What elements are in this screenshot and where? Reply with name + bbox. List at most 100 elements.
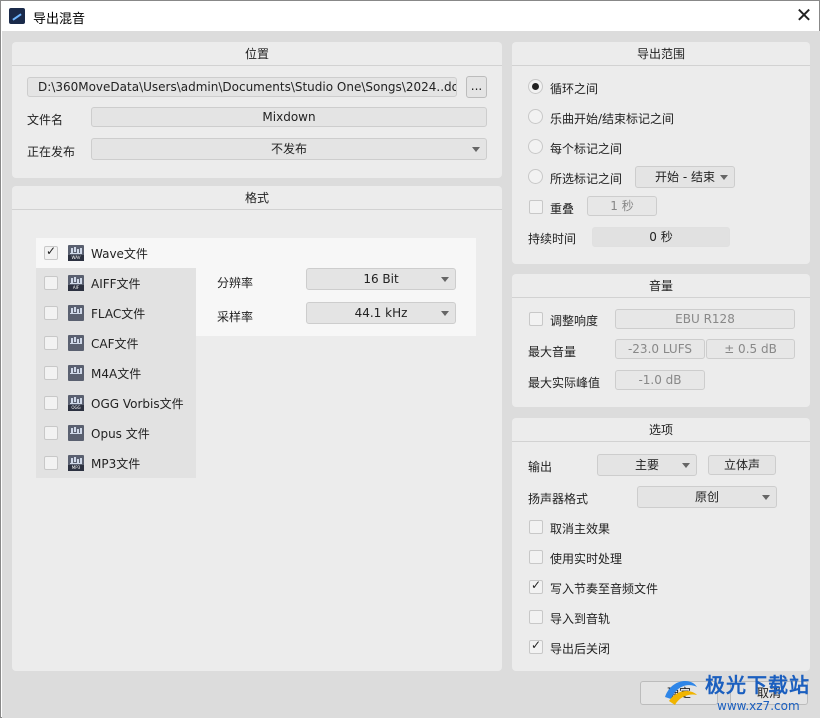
waveform-icon: OGG — [68, 395, 84, 411]
dialog-body: 位置 D:\360MoveData\Users\admin\Documents\… — [2, 31, 820, 718]
resolution-label: 分辨率 — [217, 276, 254, 290]
filename-input[interactable]: Mixdown — [91, 107, 487, 127]
flac-checkbox[interactable] — [44, 306, 58, 320]
radio-loop[interactable] — [528, 79, 543, 94]
resolution-dropdown[interactable]: 16 Bit — [306, 268, 456, 290]
format-settings: 分辨率 16 Bit 采样率 44.1 kHz — [196, 268, 476, 336]
adjust-loudness-label: 调整响度 — [550, 314, 599, 328]
output-dropdown[interactable]: 主要 — [597, 454, 697, 476]
realtime-processing-checkbox[interactable] — [529, 550, 543, 564]
studio-one-icon — [9, 8, 25, 24]
format-item-wave[interactable]: WAV Wave文件 — [36, 238, 476, 268]
waveform-icon: AIF — [68, 275, 84, 291]
repeat-input[interactable]: 1 秒 — [587, 196, 657, 216]
repeat-checkbox[interactable] — [529, 200, 543, 214]
watermark-logo-icon — [665, 681, 697, 705]
format-label: OGG Vorbis文件 — [91, 397, 184, 411]
chevron-down-icon — [720, 175, 728, 180]
location-header: 位置 — [12, 42, 502, 66]
radio-selected-markers[interactable] — [528, 169, 543, 184]
format-item-flac[interactable]: FLAC文件 — [36, 298, 196, 328]
chevron-down-icon — [441, 277, 449, 282]
format-item-mp3[interactable]: MP3 MP3文件 — [36, 448, 196, 478]
waveform-icon — [68, 365, 84, 381]
resolution-value: 16 Bit — [363, 272, 399, 286]
location-panel: 位置 D:\360MoveData\Users\admin\Documents\… — [12, 42, 502, 178]
waveform-icon — [68, 425, 84, 441]
samplerate-label: 采样率 — [217, 310, 254, 324]
volume-header: 音量 — [512, 274, 810, 298]
radio-selected-markers-label: 所选标记之间 — [550, 172, 623, 186]
format-label: AIFF文件 — [91, 277, 141, 291]
repeat-label: 重叠 — [550, 202, 575, 216]
watermark-url: www.xz7.com — [717, 699, 800, 713]
options-header: 选项 — [512, 418, 810, 442]
mp3-checkbox[interactable] — [44, 456, 58, 470]
speaker-format-dropdown[interactable]: 原创 — [637, 486, 777, 508]
max-volume-field[interactable]: -23.0 LUFS — [615, 339, 705, 359]
window-title: 导出混音 — [33, 12, 86, 27]
speaker-format-label: 扬声器格式 — [528, 492, 589, 506]
export-range-panel: 导出范围 循环之间 乐曲开始/结束标记之间 每个标记之间 所选标记之间 开始 -… — [512, 42, 810, 264]
format-label: MP3文件 — [91, 457, 141, 471]
waveform-icon — [68, 305, 84, 321]
title-bar: 导出混音 ✕ — [1, 1, 819, 31]
options-panel: 选项 输出 主要 立体声 扬声器格式 原创 取消主效果 使用实时处理 写入节奏至… — [512, 418, 810, 671]
format-header: 格式 — [12, 186, 502, 210]
format-item-ogg[interactable]: OGG OGG Vorbis文件 — [36, 388, 196, 418]
import-to-track-label: 导入到音轨 — [550, 612, 611, 626]
true-peak-field[interactable]: -1.0 dB — [615, 370, 705, 390]
radio-each-marker[interactable] — [528, 139, 543, 154]
volume-panel: 音量 调整响度 EBU R128 最大音量 -23.0 LUFS ± 0.5 d… — [512, 274, 810, 407]
chevron-down-icon — [682, 463, 690, 468]
chevron-down-icon — [441, 311, 449, 316]
format-label: M4A文件 — [91, 367, 142, 381]
caf-checkbox[interactable] — [44, 336, 58, 350]
write-tempo-label: 写入节奏至音频文件 — [550, 582, 659, 596]
format-item-opus[interactable]: Opus 文件 — [36, 418, 196, 448]
format-item-aiff[interactable]: AIF AIFF文件 — [36, 268, 196, 298]
browse-button[interactable]: ... — [466, 76, 487, 98]
watermark: 极光下载站 www.xz7.com — [661, 663, 820, 718]
samplerate-value: 44.1 kHz — [354, 306, 408, 320]
tolerance-field[interactable]: ± 0.5 dB — [706, 339, 795, 359]
waveform-icon: WAV — [68, 245, 84, 261]
output-label: 输出 — [528, 460, 553, 474]
format-panel: 格式 WAV Wave文件 AIF AIFF文件 FLAC文件 — [12, 186, 502, 671]
adjust-loudness-checkbox[interactable] — [529, 312, 543, 326]
radio-song-markers[interactable] — [528, 109, 543, 124]
bypass-master-label: 取消主效果 — [550, 522, 611, 536]
m4a-checkbox[interactable] — [44, 366, 58, 380]
marker-range-dropdown[interactable]: 开始 - 结束 — [635, 166, 735, 188]
loudness-standard-field[interactable]: EBU R128 — [615, 309, 795, 329]
publishing-label: 正在发布 — [27, 145, 76, 159]
radio-song-markers-label: 乐曲开始/结束标记之间 — [550, 112, 675, 126]
speaker-format-value: 原创 — [694, 490, 719, 504]
true-peak-label: 最大实际峰值 — [528, 376, 601, 390]
close-after-export-checkbox[interactable] — [529, 638, 543, 654]
publishing-value: 不发布 — [270, 142, 307, 156]
ogg-checkbox[interactable] — [44, 396, 58, 410]
format-label: FLAC文件 — [91, 307, 146, 321]
aiff-checkbox[interactable] — [44, 276, 58, 290]
opus-checkbox[interactable] — [44, 426, 58, 440]
samplerate-dropdown[interactable]: 44.1 kHz — [306, 302, 456, 324]
radio-loop-label: 循环之间 — [550, 82, 599, 96]
output-mode-field: 立体声 — [708, 455, 776, 475]
bypass-master-checkbox[interactable] — [529, 520, 543, 534]
range-header: 导出范围 — [512, 42, 810, 66]
export-path-field[interactable]: D:\360MoveData\Users\admin\Documents\Stu… — [27, 77, 457, 97]
export-mixdown-dialog: 导出混音 ✕ 位置 D:\360MoveData\Users\admin\Doc… — [0, 0, 820, 718]
import-to-track-checkbox[interactable] — [529, 610, 543, 624]
wave-checkbox[interactable] — [44, 244, 58, 260]
close-icon[interactable]: ✕ — [793, 4, 815, 26]
format-label: CAF文件 — [91, 337, 139, 351]
format-item-m4a[interactable]: M4A文件 — [36, 358, 196, 388]
write-tempo-checkbox[interactable] — [529, 578, 543, 594]
close-after-export-label: 导出后关闭 — [550, 642, 611, 656]
format-label: Wave文件 — [91, 247, 148, 261]
publishing-dropdown[interactable]: 不发布 — [91, 138, 487, 160]
format-item-caf[interactable]: CAF文件 — [36, 328, 196, 358]
duration-value: 0 秒 — [592, 227, 730, 247]
max-volume-label: 最大音量 — [528, 345, 577, 359]
